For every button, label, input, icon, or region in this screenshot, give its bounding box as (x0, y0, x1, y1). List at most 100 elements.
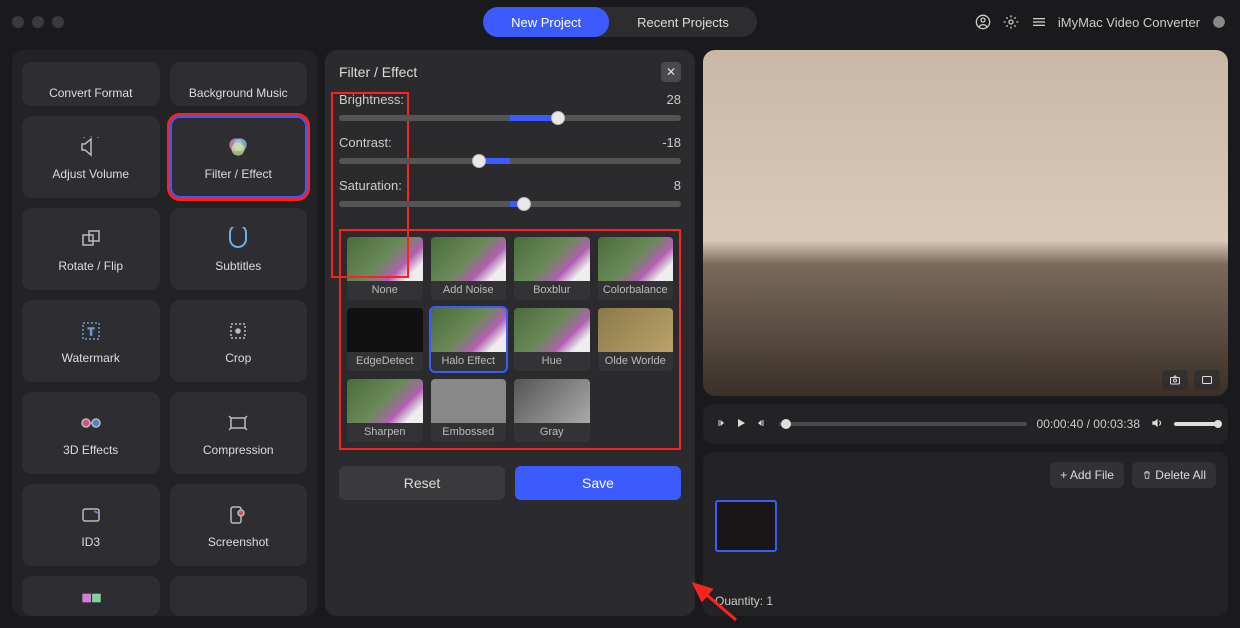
compression-icon (222, 409, 254, 437)
filter-effect-icon (222, 133, 254, 161)
filters-grid: None Add Noise Boxblur Colorbalance Edge… (347, 237, 673, 442)
snapshot-icon[interactable] (1162, 370, 1188, 390)
menu-icon[interactable] (1030, 13, 1048, 31)
tool-label: Convert Format (49, 86, 132, 100)
window-controls (12, 16, 64, 28)
filter-add-noise[interactable]: Add Noise (431, 237, 507, 300)
tool-filter-effect[interactable]: Filter / Effect (170, 116, 308, 198)
tool-watermark[interactable]: T Watermark (22, 300, 160, 382)
volume-icon (75, 133, 107, 161)
delete-all-button[interactable]: Delete All (1132, 462, 1216, 488)
maximize-window-icon[interactable] (52, 16, 64, 28)
app-dropdown-icon[interactable] (1210, 13, 1228, 31)
sliders: Brightness: 28 Contrast: -18 (339, 92, 681, 221)
watermark-icon: T (75, 317, 107, 345)
progress-slider[interactable] (779, 422, 1027, 426)
editor-panel: Filter / Effect ✕ Brightness: 28 Contras… (325, 50, 695, 616)
new-project-tab[interactable]: New Project (483, 7, 609, 37)
tool-rotate-flip[interactable]: Rotate / Flip (22, 208, 160, 290)
tool-label: Compression (203, 443, 274, 457)
filter-gray[interactable]: Gray (514, 379, 590, 442)
tool-label: Rotate / Flip (58, 259, 123, 273)
reset-button[interactable]: Reset (339, 466, 505, 500)
minimize-window-icon[interactable] (32, 16, 44, 28)
quantity-label: Quantity: 1 (715, 594, 773, 608)
tool-label: Screenshot (208, 535, 269, 549)
time-display: 00:00:40 / 00:03:38 (1037, 417, 1140, 431)
fullscreen-icon[interactable] (1194, 370, 1220, 390)
tool-screenshot[interactable]: Screenshot (170, 484, 308, 566)
tool-more-1[interactable] (22, 576, 160, 616)
saturation-value: 8 (674, 178, 681, 193)
crop-icon (222, 317, 254, 345)
tool-label: Adjust Volume (52, 167, 129, 181)
queue-panel: + Add File Delete All Quantity: 1 (703, 452, 1228, 616)
contrast-row: Contrast: -18 (339, 135, 681, 164)
close-window-icon[interactable] (12, 16, 24, 28)
titlebar: New Project Recent Projects iMyMac Video… (0, 0, 1240, 44)
tool-label: Subtitles (215, 259, 261, 273)
tool-subtitles[interactable]: Subtitles (170, 208, 308, 290)
tool-label: Watermark (62, 351, 120, 365)
account-icon[interactable] (974, 13, 992, 31)
rotate-icon (75, 225, 107, 253)
screenshot-icon (222, 501, 254, 529)
tool-3d-effects[interactable]: 3D Effects (22, 392, 160, 474)
volume-slider[interactable] (1174, 422, 1218, 426)
3d-glasses-icon (75, 409, 107, 437)
filter-edgedetect[interactable]: EdgeDetect (347, 308, 423, 371)
brightness-slider[interactable] (339, 115, 681, 121)
filter-embossed[interactable]: Embossed (431, 379, 507, 442)
saturation-label: Saturation: (339, 178, 402, 193)
contrast-slider[interactable] (339, 158, 681, 164)
filter-halo-effect[interactable]: Halo Effect (431, 308, 507, 371)
saturation-row: Saturation: 8 (339, 178, 681, 207)
tool-convert-format[interactable]: Convert Format (22, 62, 160, 106)
video-preview (703, 50, 1228, 396)
editor-title: Filter / Effect (339, 64, 417, 80)
tool-label: ID3 (81, 535, 100, 549)
contrast-value: -18 (662, 135, 681, 150)
filter-boxblur[interactable]: Boxblur (514, 237, 590, 300)
tool-label: 3D Effects (63, 443, 118, 457)
filter-none[interactable]: None (347, 237, 423, 300)
skip-back-icon[interactable] (713, 417, 727, 432)
subtitles-icon (222, 225, 254, 253)
tool-id3[interactable]: ID3 (22, 484, 160, 566)
saturation-slider[interactable] (339, 201, 681, 207)
brightness-row: Brightness: 28 (339, 92, 681, 121)
queue-thumbnail[interactable] (715, 500, 777, 552)
id3-icon (75, 501, 107, 529)
filter-hue[interactable]: Hue (514, 308, 590, 371)
tool-background-music[interactable]: Background Music (170, 62, 308, 106)
tool-more-2[interactable] (170, 576, 308, 616)
editor-close-button[interactable]: ✕ (661, 62, 681, 82)
brightness-value: 28 (667, 92, 681, 107)
tool-label: Background Music (189, 86, 288, 100)
more-icon (75, 584, 107, 612)
brightness-label: Brightness: (339, 92, 404, 107)
video-canvas (703, 50, 1228, 396)
header-right: iMyMac Video Converter (974, 13, 1228, 31)
filter-olde-worlde[interactable]: Olde Worlde (598, 308, 674, 371)
annotation-box-filters: None Add Noise Boxblur Colorbalance Edge… (339, 229, 681, 450)
settings-icon[interactable] (1002, 13, 1020, 31)
filter-sharpen[interactable]: Sharpen (347, 379, 423, 442)
add-file-button[interactable]: + Add File (1050, 462, 1124, 488)
tool-adjust-volume[interactable]: Adjust Volume (22, 116, 160, 198)
tool-compression[interactable]: Compression (170, 392, 308, 474)
recent-projects-tab[interactable]: Recent Projects (609, 7, 757, 37)
tool-crop[interactable]: Crop (170, 300, 308, 382)
player-bar: 00:00:40 / 00:03:38 (703, 404, 1228, 444)
play-icon[interactable] (735, 417, 747, 432)
skip-forward-icon[interactable] (755, 417, 769, 432)
svg-text:T: T (88, 327, 94, 338)
editor-buttons: Reset Save (339, 466, 681, 500)
preview-pane: 00:00:40 / 00:03:38 + Add File Delete Al… (703, 50, 1228, 616)
save-button[interactable]: Save (515, 466, 681, 500)
filter-colorbalance[interactable]: Colorbalance (598, 237, 674, 300)
volume-icon[interactable] (1150, 416, 1164, 433)
tool-label: Filter / Effect (205, 167, 272, 181)
tool-label: Crop (225, 351, 251, 365)
editor-header: Filter / Effect ✕ (339, 62, 681, 82)
